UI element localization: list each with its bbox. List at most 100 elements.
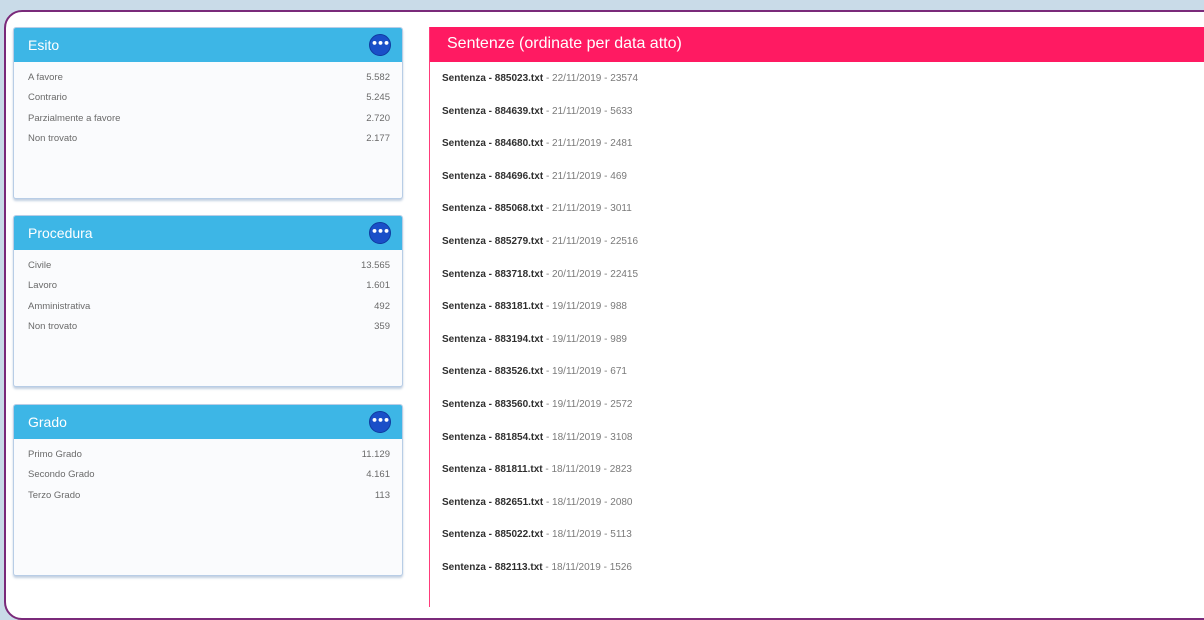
more-button[interactable]: ••• — [369, 222, 391, 244]
stat-row: Terzo Grado 113 — [28, 486, 390, 506]
sentenze-panel: Sentenze (ordinate per data atto) Senten… — [429, 27, 1204, 607]
sentenza-detail: - 21/11/2019 - 3011 — [543, 203, 632, 215]
sentenza-detail: - 18/11/2019 - 1526 — [542, 561, 632, 573]
stat-row: Primo Grado 11.129 — [28, 445, 390, 465]
sentenza-detail: - 19/11/2019 - 988 — [543, 301, 627, 313]
sentenza-name-link[interactable]: Sentenza - 884639.txt — [442, 106, 543, 117]
list-item[interactable]: Sentenza - 881811.txt - 18/11/2019 - 282… — [442, 458, 1204, 491]
stat-label: Primo Grado — [28, 449, 82, 460]
more-horizontal-icon: ••• — [370, 225, 390, 238]
stat-value: 2.177 — [366, 132, 390, 144]
sentenza-detail: - 19/11/2019 - 2572 — [543, 398, 633, 410]
sentenza-name-link[interactable]: Sentenza - 885068.txt — [442, 203, 543, 214]
list-item[interactable]: Sentenza - 884680.txt - 21/11/2019 - 248… — [442, 132, 1204, 165]
panel-body: A favore 5.582 Contrario 5.245 Parzialme… — [14, 62, 402, 149]
panel-esito: Esito ••• A favore 5.582 Contrario 5.245… — [13, 27, 403, 199]
dashboard-frame: Esito ••• A favore 5.582 Contrario 5.245… — [4, 10, 1204, 620]
stat-value: 5.582 — [366, 72, 390, 83]
sentenza-detail: - 18/11/2019 - 3108 — [543, 431, 633, 443]
sentenza-name-link[interactable]: Sentenza - 883718.txt — [442, 269, 543, 280]
list-item[interactable]: Sentenza - 884639.txt - 21/11/2019 - 563… — [442, 100, 1204, 133]
more-button[interactable]: ••• — [369, 34, 391, 56]
panel-header: Procedura ••• — [14, 216, 402, 250]
stat-row: Lavoro 1.601 — [28, 276, 390, 296]
stat-label: A favore — [28, 72, 63, 83]
sentenza-name-link[interactable]: Sentenza - 882113.txt — [442, 562, 543, 573]
sentenza-detail: - 21/11/2019 - 22516 — [543, 235, 639, 247]
sentenza-detail: - 21/11/2019 - 5633 — [543, 105, 633, 117]
list-item[interactable]: Sentenza - 885279.txt - 21/11/2019 - 225… — [442, 230, 1204, 263]
sentenza-name-link[interactable]: Sentenza - 884680.txt — [442, 138, 543, 149]
stat-row: Non trovato 2.177 — [28, 129, 390, 149]
stat-value: 359 — [374, 320, 390, 332]
sentenza-detail: - 18/11/2019 - 2823 — [542, 464, 632, 476]
list-item[interactable]: Sentenza - 884696.txt - 21/11/2019 - 469 — [442, 165, 1204, 198]
sentenza-detail: - 21/11/2019 - 2481 — [543, 138, 633, 150]
list-item[interactable]: Sentenza - 885022.txt - 18/11/2019 - 511… — [442, 523, 1204, 556]
panel-body: Civile 13.565 Lavoro 1.601 Amministrativ… — [14, 250, 402, 337]
list-item[interactable]: Sentenza - 885068.txt - 21/11/2019 - 301… — [442, 197, 1204, 230]
sentenza-detail: - 22/11/2019 - 23574 — [543, 73, 639, 84]
stat-value: 11.129 — [361, 449, 390, 460]
list-item[interactable]: Sentenza - 883526.txt - 19/11/2019 - 671 — [442, 360, 1204, 393]
sentenza-detail: - 18/11/2019 - 2080 — [543, 496, 633, 508]
sentenza-detail: - 20/11/2019 - 22415 — [543, 268, 639, 280]
stat-row: A favore 5.582 — [28, 68, 390, 88]
list-item[interactable]: Sentenza - 883194.txt - 19/11/2019 - 989 — [442, 328, 1204, 361]
stat-label: Terzo Grado — [28, 489, 81, 501]
list-item[interactable]: Sentenza - 883560.txt - 19/11/2019 - 257… — [442, 393, 1204, 426]
stat-row: Non trovato 359 — [28, 317, 390, 337]
stat-row: Contrario 5.245 — [28, 88, 390, 108]
list-item[interactable]: Sentenza - 882113.txt - 18/11/2019 - 152… — [442, 556, 1204, 589]
stat-value: 492 — [374, 300, 390, 312]
sentenze-list: Sentenza - 885023.txt - 22/11/2019 - 235… — [430, 62, 1204, 589]
stat-row: Parzialmente a favore 2.720 — [28, 109, 390, 129]
sentenza-name-link[interactable]: Sentenza - 885023.txt — [442, 73, 543, 84]
sentenza-name-link[interactable]: Sentenza - 883560.txt — [442, 399, 543, 410]
list-item[interactable]: Sentenza - 881854.txt - 18/11/2019 - 310… — [442, 426, 1204, 459]
list-item[interactable]: Sentenza - 883718.txt - 20/11/2019 - 224… — [442, 263, 1204, 296]
sentenza-detail: - 21/11/2019 - 469 — [543, 170, 627, 182]
sentenze-header: Sentenze (ordinate per data atto) — [430, 27, 1204, 62]
sentenza-name-link[interactable]: Sentenza - 883181.txt — [442, 301, 543, 312]
panel-procedura: Procedura ••• Civile 13.565 Lavoro 1.601… — [13, 215, 403, 387]
more-horizontal-icon: ••• — [370, 414, 390, 427]
stat-row: Secondo Grado 4.161 — [28, 465, 390, 485]
panel-body: Primo Grado 11.129 Secondo Grado 4.161 T… — [14, 439, 402, 506]
sentenza-name-link[interactable]: Sentenza - 883526.txt — [442, 366, 543, 377]
sentenza-name-link[interactable]: Sentenza - 884696.txt — [442, 171, 543, 182]
stat-label: Civile — [28, 260, 52, 271]
panel-title: Grado — [28, 414, 67, 430]
stat-label: Parzialmente a favore — [28, 112, 121, 124]
more-horizontal-icon: ••• — [370, 37, 390, 50]
panel-title: Procedura — [28, 225, 93, 241]
sentenza-name-link[interactable]: Sentenza - 882651.txt — [442, 497, 543, 508]
more-button[interactable]: ••• — [369, 411, 391, 433]
stat-label: Non trovato — [28, 132, 78, 144]
panel-title: Esito — [28, 37, 60, 53]
sentenza-detail: - 18/11/2019 - 5113 — [543, 529, 632, 541]
sentenza-name-link[interactable]: Sentenza - 883194.txt — [442, 334, 543, 345]
list-item[interactable]: Sentenza - 885023.txt - 22/11/2019 - 235… — [442, 67, 1204, 100]
list-item[interactable]: Sentenza - 882651.txt - 18/11/2019 - 208… — [442, 491, 1204, 524]
stat-label: Lavoro — [28, 280, 58, 292]
stat-row: Amministrativa 492 — [28, 297, 390, 317]
sentenza-detail: - 19/11/2019 - 989 — [543, 333, 627, 345]
stat-value: 2.720 — [366, 112, 390, 124]
stat-value: 13.565 — [360, 260, 390, 271]
stat-label: Contrario — [28, 92, 68, 104]
stat-value: 4.161 — [366, 469, 390, 481]
list-item[interactable]: Sentenza - 883181.txt - 19/11/2019 - 988 — [442, 295, 1204, 328]
stat-label: Amministrativa — [28, 300, 91, 312]
panel-grado: Grado ••• Primo Grado 11.129 Secondo Gra… — [13, 404, 403, 576]
sentenza-name-link[interactable]: Sentenza - 881811.txt — [442, 464, 543, 475]
stat-row: Civile 13.565 — [28, 256, 390, 276]
stat-value: 1.601 — [366, 280, 390, 292]
panel-header: Grado ••• — [14, 405, 402, 439]
stat-label: Secondo Grado — [28, 469, 95, 481]
sentenza-name-link[interactable]: Sentenza - 885022.txt — [442, 529, 543, 540]
panel-header: Esito ••• — [14, 28, 402, 62]
sentenza-name-link[interactable]: Sentenza - 885279.txt — [442, 236, 543, 247]
sentenza-name-link[interactable]: Sentenza - 881854.txt — [442, 432, 543, 443]
stat-value: 113 — [374, 489, 390, 501]
